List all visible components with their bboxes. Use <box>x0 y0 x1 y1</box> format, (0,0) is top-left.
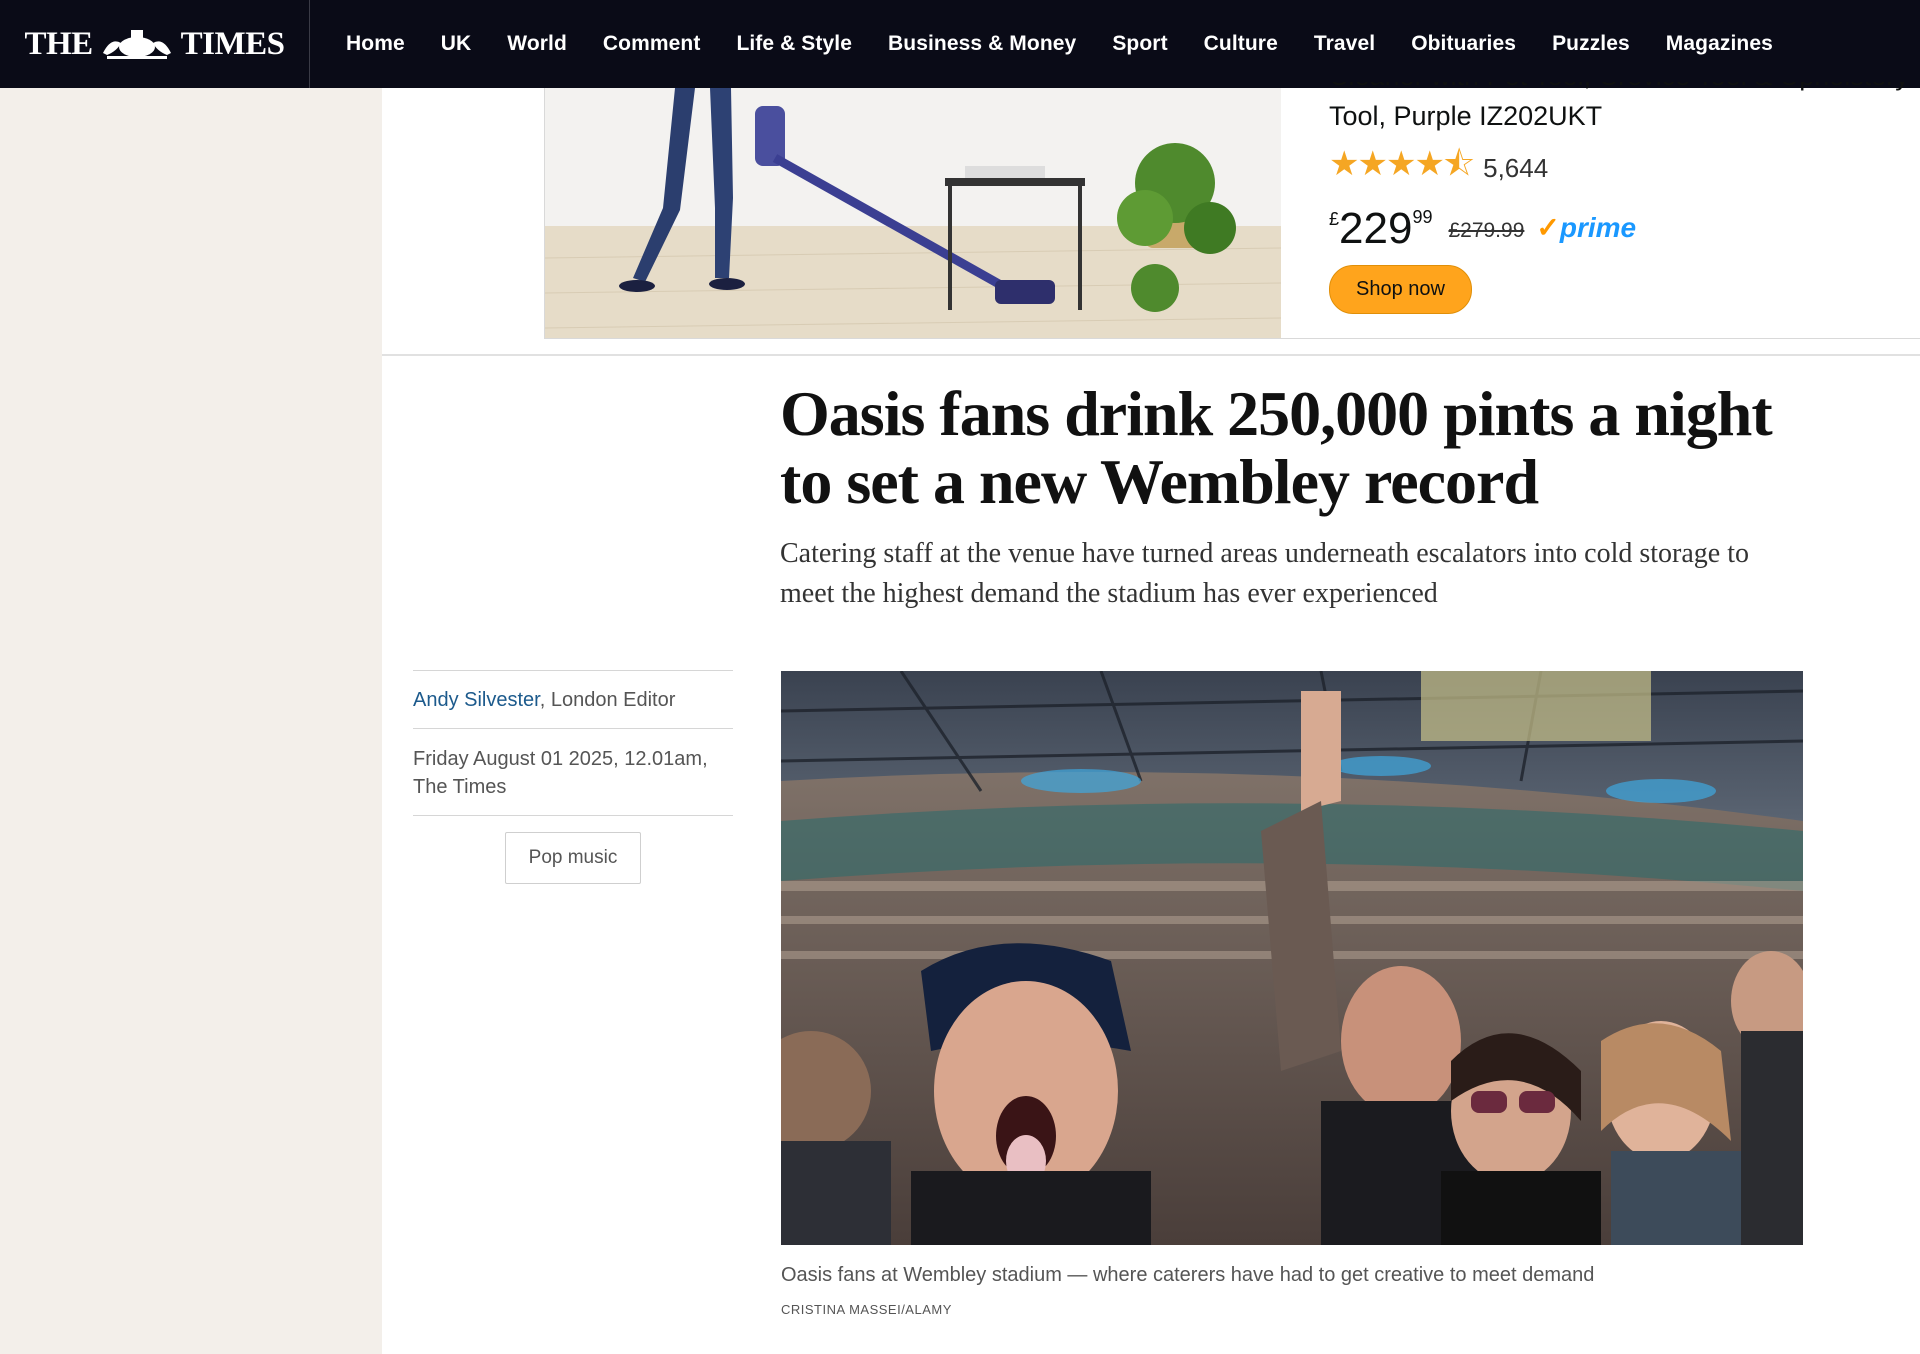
article-meta: Andy Silvester, London Editor Friday Aug… <box>413 670 733 884</box>
article-standfirst: Catering staff at the venue have turned … <box>780 538 1749 609</box>
image-credit: CRISTINA MASSEI/ALAMY <box>781 1302 952 1317</box>
price-old: £279.99 <box>1448 219 1525 242</box>
wembley-crowd-photo <box>781 671 1803 1245</box>
nav-home[interactable]: Home <box>328 32 423 56</box>
section-divider <box>382 354 1920 356</box>
ad-title-line1[interactable]: Cleaner with Pet Tool, Crevice Tool & Up… <box>1329 82 1920 94</box>
vacuum-scene-illustration <box>545 88 1281 338</box>
article-lead-image[interactable] <box>781 671 1803 1245</box>
ad-price: £ 229 99 £279.99 ✓prime <box>1329 203 1920 255</box>
author-role: , London Editor <box>539 689 676 711</box>
nav-sport[interactable]: Sport <box>1094 32 1185 56</box>
price-main: 229 <box>1339 204 1413 253</box>
image-caption: Oasis fans at Wembley stadium — where ca… <box>781 1264 1595 1286</box>
nav-world[interactable]: World <box>489 32 585 56</box>
top-navigation-bar: THE TIMES Home UK World Comment Life & S… <box>0 0 1920 88</box>
price-currency: £ <box>1329 209 1340 229</box>
article-headline: Oasis fans drink 250,000 pints a night t… <box>780 378 1773 517</box>
publish-date-line1: Friday August 01 2025, 12.01am, <box>413 748 708 770</box>
logo-text-right: TIMES <box>180 25 285 62</box>
nav-comment[interactable]: Comment <box>585 32 719 56</box>
nav-culture[interactable]: Culture <box>1186 32 1296 56</box>
logo-text-left: THE <box>24 25 93 62</box>
nav-obituaries[interactable]: Obituaries <box>1393 32 1534 56</box>
ad-title-line2[interactable]: Tool, Purple IZ202UKT <box>1329 98 1920 134</box>
nav-travel[interactable]: Travel <box>1296 32 1393 56</box>
ad-rating: ★★★★⯪ 5,644 <box>1329 140 1920 197</box>
nav-uk[interactable]: UK <box>423 32 490 56</box>
star-rating-icon: ★★★★⯪ <box>1329 145 1475 183</box>
publish-date: Friday August 01 2025, 12.01am, The Time… <box>413 729 733 815</box>
prime-badge: ✓prime <box>1536 211 1636 244</box>
shop-now-button[interactable]: Shop now <box>1329 265 1472 314</box>
nav-life-style[interactable]: Life & Style <box>718 32 870 56</box>
ad-product-image[interactable] <box>545 88 1281 338</box>
the-times-logo[interactable]: THE TIMES <box>0 0 310 88</box>
amazon-advert[interactable]: Cleaner with Pet Tool, Crevice Tool & Up… <box>544 82 1920 339</box>
byline: Andy Silvester, London Editor <box>413 671 733 728</box>
author-link[interactable]: Andy Silvester <box>413 689 540 711</box>
main-nav: Home UK World Comment Life & Style Busin… <box>310 0 1791 88</box>
nav-puzzles[interactable]: Puzzles <box>1534 32 1648 56</box>
topic-tag-pop-music[interactable]: Pop music <box>504 832 642 884</box>
publish-date-line2: The Times <box>413 776 507 798</box>
nav-business-money[interactable]: Business & Money <box>870 32 1094 56</box>
prime-check-icon: ✓ <box>1536 212 1560 243</box>
crest-icon <box>102 30 171 59</box>
price-fraction: 99 <box>1412 207 1433 227</box>
prime-label: prime <box>1559 212 1637 243</box>
rating-count: 5,644 <box>1483 153 1549 183</box>
nav-magazines[interactable]: Magazines <box>1648 32 1791 56</box>
